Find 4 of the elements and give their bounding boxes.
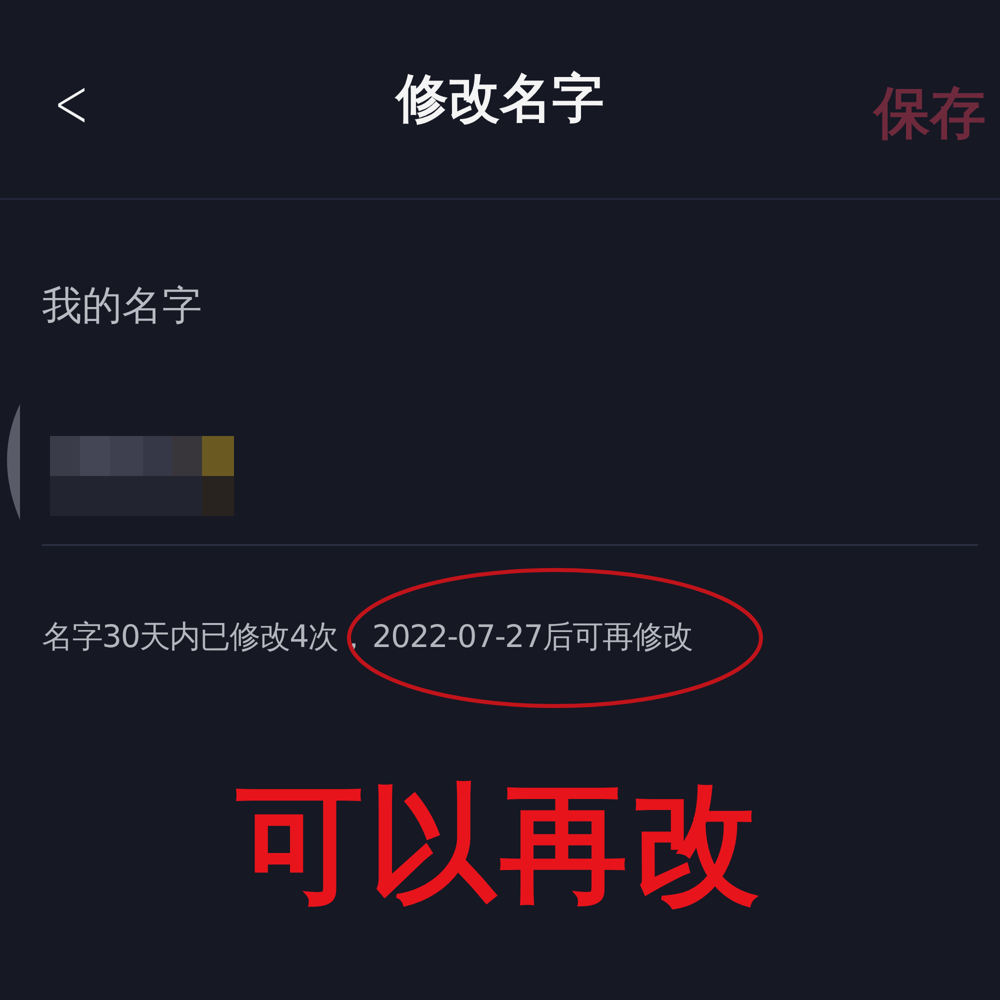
page-title: 修改名字	[396, 68, 604, 130]
field-label: 我的名字	[42, 282, 202, 331]
annotation-text: 可以再改	[236, 768, 764, 920]
back-button[interactable]: <	[54, 68, 89, 138]
